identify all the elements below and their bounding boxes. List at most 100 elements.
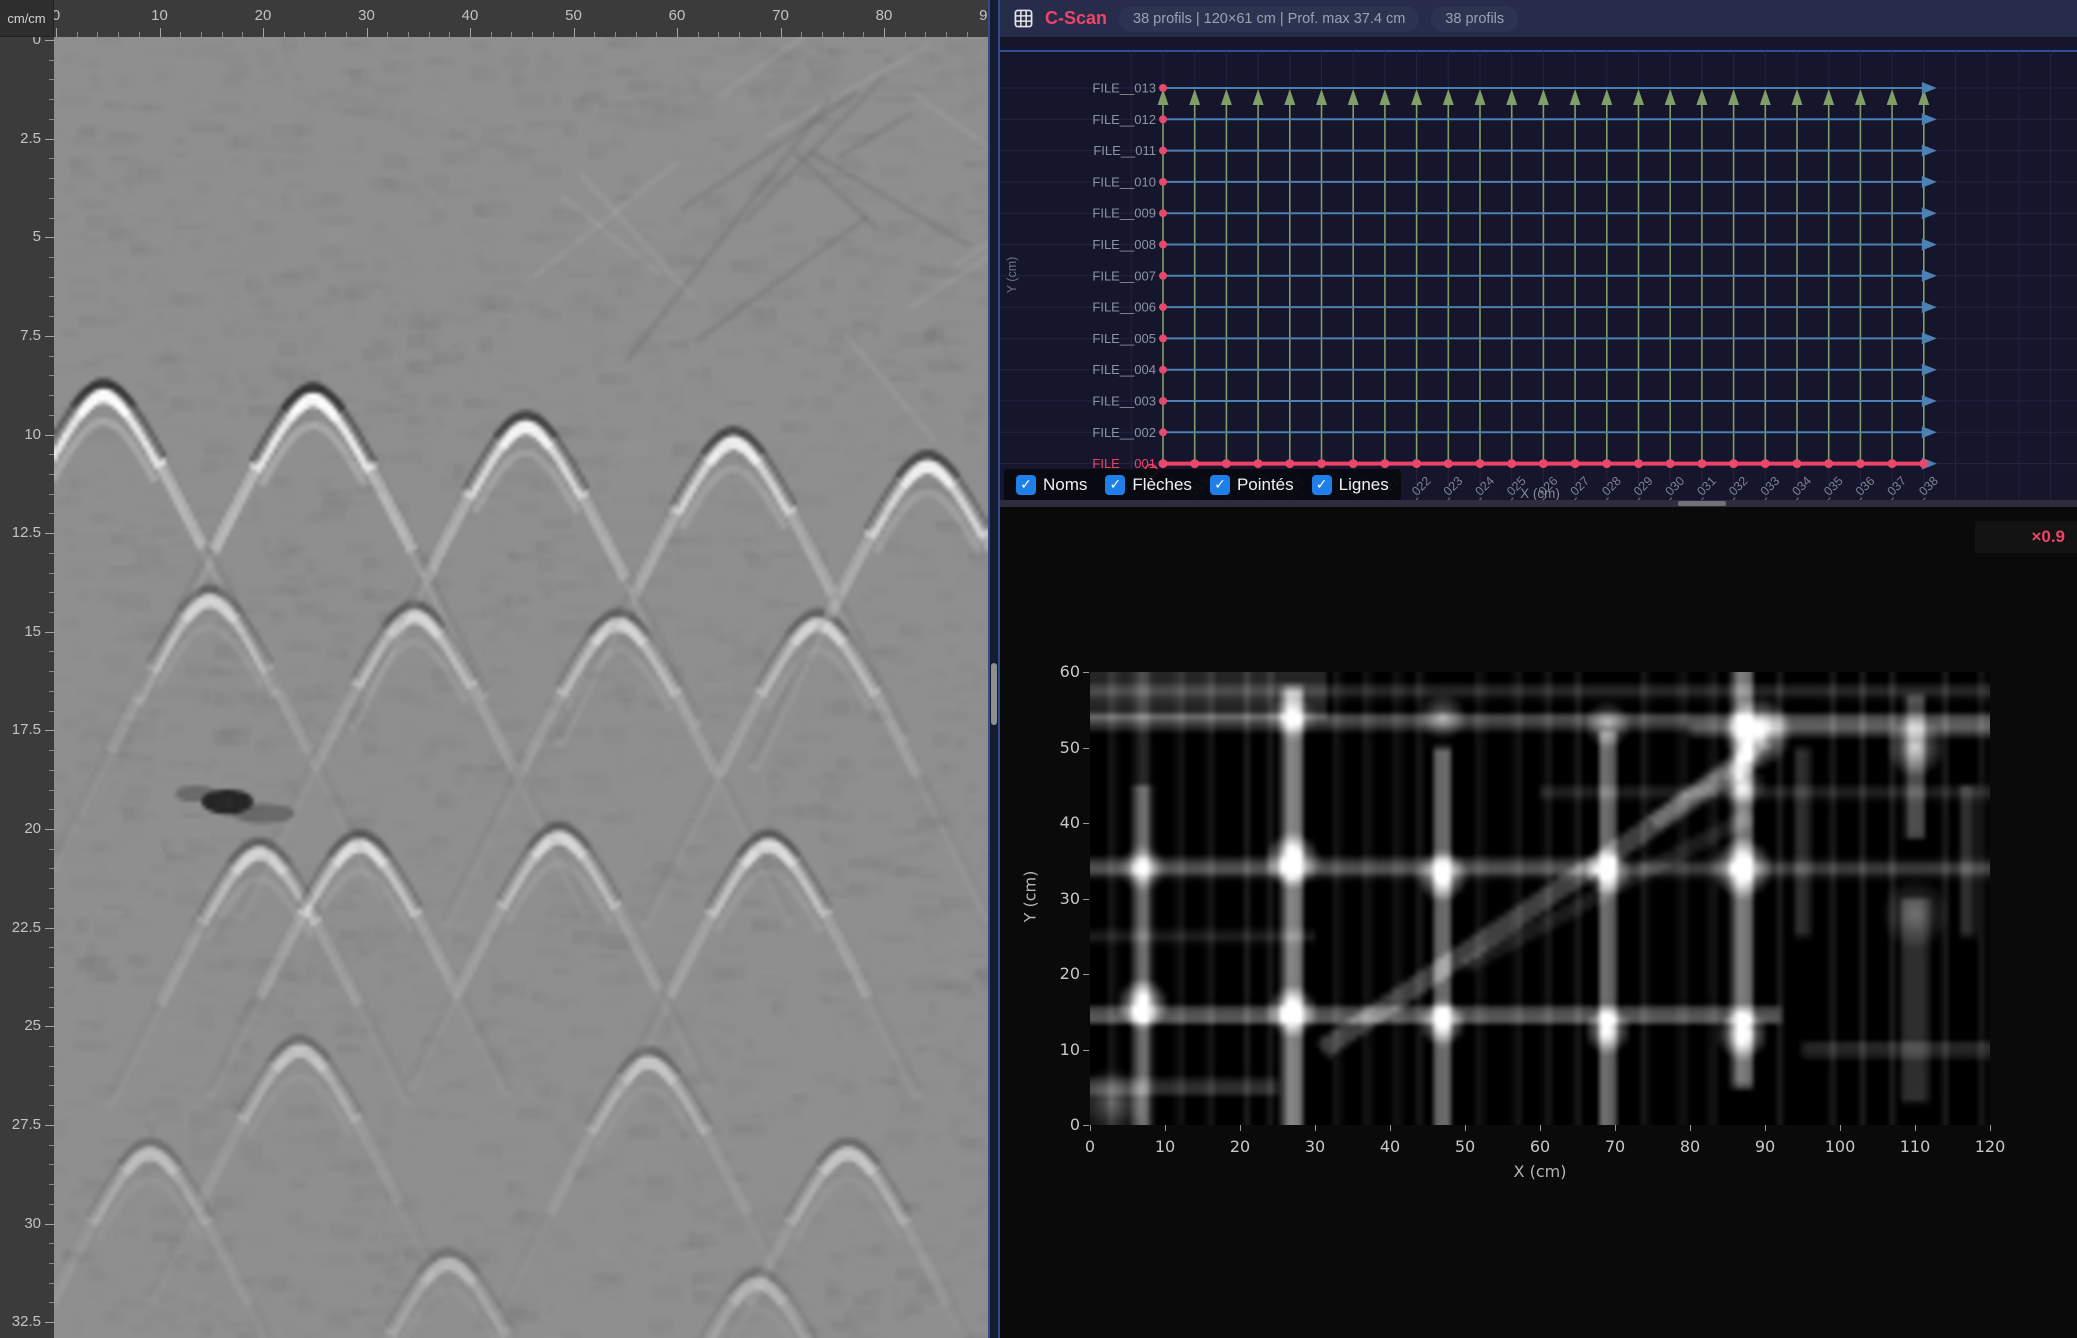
top-ruler-tick (387, 32, 388, 37)
x-tick-mark (1540, 1125, 1541, 1131)
checkbox-fleches[interactable]: ✓ Flèches (1105, 475, 1192, 495)
left-ruler-tick (45, 336, 54, 337)
x-tick-mark (1840, 1125, 1841, 1131)
top-ruler-tick (118, 32, 119, 37)
left-ruler-tick (45, 730, 54, 731)
survey-grid-plot[interactable]: FILE__014FILE__015FILE__016FILE__017FILE… (1000, 37, 2077, 507)
selected-profile-point (1602, 459, 1611, 468)
left-ruler-tick (45, 928, 54, 929)
left-ruler-tick (49, 1302, 54, 1303)
selected-profile-point (1476, 459, 1485, 468)
top-ruler-label: 60 (662, 7, 692, 24)
left-ruler-label: 15 (0, 623, 41, 640)
map-y-axis-title: Y (cm) (1021, 857, 1040, 937)
checkbox-icon-pointes[interactable]: ✓ (1210, 475, 1230, 495)
checkbox-icon-noms[interactable]: ✓ (1016, 475, 1036, 495)
top-ruler-tick (656, 32, 657, 37)
left-ruler-tick (49, 1046, 54, 1047)
top-ruler-tick (449, 32, 450, 37)
cscan-amplitude-map[interactable] (1090, 672, 1990, 1125)
left-ruler-tick (49, 257, 54, 258)
x-tick-label: 20 (1220, 1137, 1260, 1156)
bscan-top-ruler: 0102030405060708090 (54, 0, 988, 37)
left-ruler-tick (49, 178, 54, 179)
profile-count-badge: 38 profils (1431, 6, 1518, 32)
left-ruler-tick (49, 60, 54, 61)
checkbox-icon-lignes[interactable]: ✓ (1312, 475, 1332, 495)
x-tick-mark (1615, 1125, 1616, 1131)
selected-profile-point (1729, 459, 1738, 468)
grid-scrollbar-track[interactable] (1000, 500, 2077, 507)
x-tick-label: 120 (1970, 1137, 2010, 1156)
h-profile-label: FILE__009 (1092, 206, 1156, 221)
h-profile-label: FILE__008 (1092, 237, 1156, 252)
panel-divider[interactable] (988, 0, 1000, 1338)
top-ruler-tick (325, 32, 326, 37)
left-ruler-tick (49, 1085, 54, 1086)
left-ruler-tick (49, 356, 54, 357)
x-tick-label: 110 (1895, 1137, 1935, 1156)
left-ruler-tick (49, 415, 54, 416)
checkbox-pointes[interactable]: ✓ Pointés (1210, 475, 1294, 495)
top-ruler-tick (263, 28, 264, 37)
left-ruler-tick (49, 454, 54, 455)
cscan-grid-panel: C-Scan 38 profils | 120×61 cm | Prof. ma… (1000, 0, 2077, 507)
top-ruler-tick (242, 32, 243, 37)
left-ruler-tick (49, 513, 54, 514)
left-ruler-tick (49, 1204, 54, 1205)
top-ruler-tick (532, 32, 533, 37)
x-tick-mark (1315, 1125, 1316, 1131)
app-root: 0102030405060708090 02.557.51012.51517.5… (0, 0, 2077, 1338)
top-ruler-label: 90 (973, 7, 989, 24)
top-ruler-tick (56, 28, 57, 37)
top-ruler-tick (408, 32, 409, 37)
checkbox-noms[interactable]: ✓Noms (1016, 475, 1087, 495)
x-tick-mark (1240, 1125, 1241, 1131)
top-ruler-tick (739, 32, 740, 37)
profile-start-point (1159, 115, 1167, 123)
top-ruler-tick (843, 32, 844, 37)
left-ruler-tick (49, 1007, 54, 1008)
h-profile-label: FILE__006 (1092, 300, 1156, 315)
checkbox-icon-fleches[interactable]: ✓ (1105, 475, 1125, 495)
left-ruler-tick (49, 553, 54, 554)
y-tick-mark (1083, 1050, 1089, 1051)
h-profile-label: FILE__011 (1093, 143, 1156, 158)
top-ruler-tick (470, 28, 471, 37)
x-tick-mark (1165, 1125, 1166, 1131)
checkbox-label-pointes: Pointés (1237, 475, 1294, 495)
x-tick-label: 0 (1070, 1137, 1110, 1156)
x-tick-label: 90 (1745, 1137, 1785, 1156)
y-tick-label: 0 (1040, 1115, 1080, 1134)
x-tick-label: 80 (1670, 1137, 1710, 1156)
x-tick-mark (1390, 1125, 1391, 1131)
x-tick-mark (1090, 1125, 1091, 1131)
checkbox-lignes[interactable]: ✓Lignes (1312, 475, 1389, 495)
left-ruler-label: 32.5 (0, 1313, 41, 1330)
left-ruler-tick (49, 868, 54, 869)
y-tick-mark (1083, 899, 1089, 900)
left-ruler-label: 12.5 (0, 524, 41, 541)
grid-scrollbar-thumb[interactable] (1678, 501, 1726, 506)
bscan-radargram[interactable] (54, 37, 988, 1338)
divider-handle[interactable] (991, 663, 997, 725)
left-ruler-tick (49, 1184, 54, 1185)
display-options-row: ✓Noms✓Flèches✓Pointés✓Lignes (1004, 469, 1401, 501)
h-profile-label: FILE__005 (1092, 331, 1156, 346)
y-tick-mark (1083, 823, 1089, 824)
left-ruler-label: 22.5 (0, 919, 41, 936)
top-ruler-tick (222, 32, 223, 37)
grid-y-axis-title: Y (cm) (1005, 257, 1019, 294)
checkbox-label-fleches: Flèches (1132, 475, 1192, 495)
top-ruler-tick (822, 32, 823, 37)
selected-profile-point (1824, 459, 1833, 468)
left-ruler-tick (49, 809, 54, 810)
left-ruler-tick (49, 218, 54, 219)
left-ruler-tick (49, 296, 54, 297)
top-ruler-tick (346, 32, 347, 37)
left-ruler-label: 7.5 (0, 327, 41, 344)
left-ruler-tick (49, 888, 54, 889)
left-ruler-tick (49, 711, 54, 712)
left-ruler-tick (49, 651, 54, 652)
left-ruler-tick (49, 1164, 54, 1165)
